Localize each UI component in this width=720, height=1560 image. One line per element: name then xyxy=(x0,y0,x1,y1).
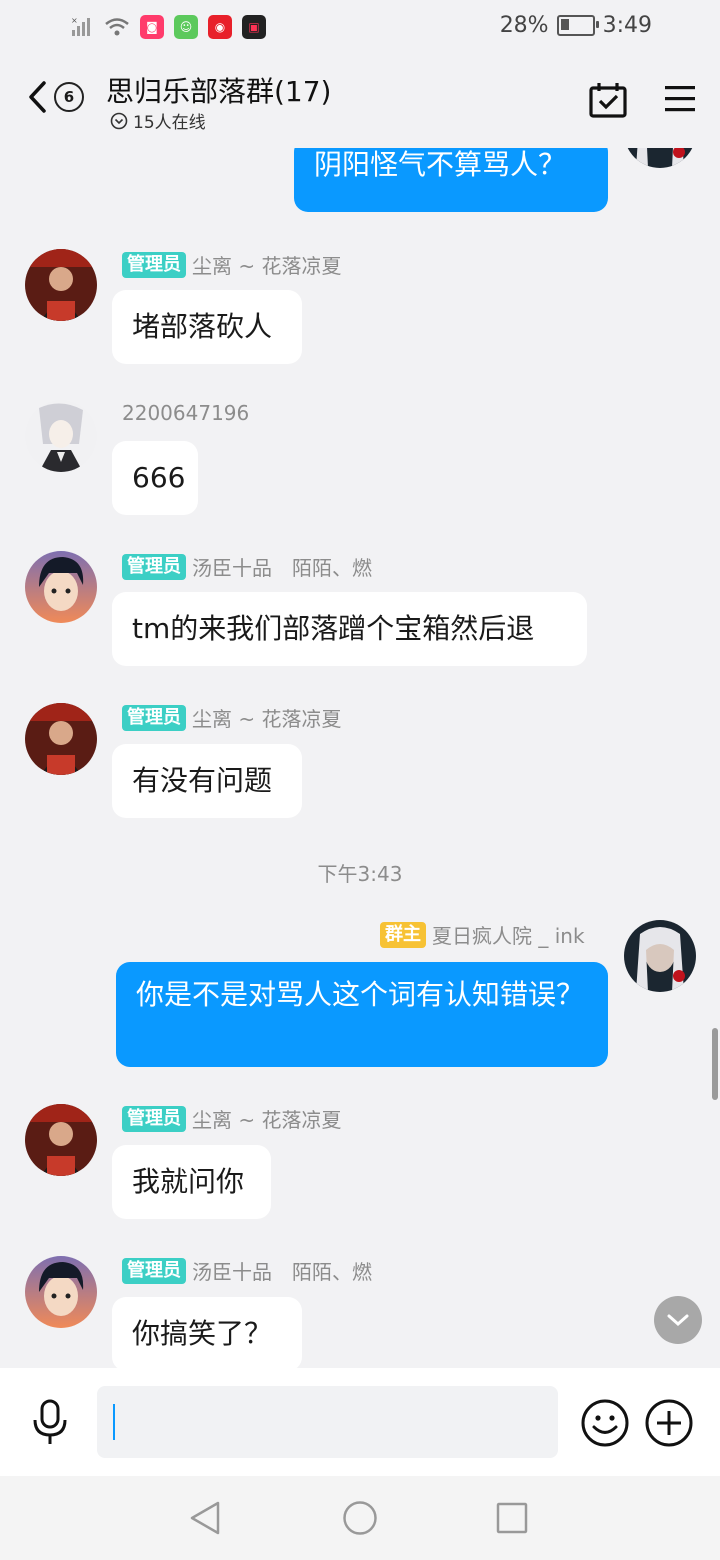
signal-icon: × xyxy=(71,16,90,36)
text-cursor xyxy=(113,1404,115,1440)
sender-name[interactable]: 尘离 ~ 花落凉夏 xyxy=(192,1104,341,1133)
message-bubble[interactable]: tm的来我们部落蹭个宝箱然后退 xyxy=(112,592,587,666)
admin-badge: 管理员 xyxy=(122,1105,186,1132)
status-right: 28% 3:49 xyxy=(500,13,652,38)
sender-line: 管理员 尘离 ~ 花落凉夏 xyxy=(122,250,341,279)
smiley-icon xyxy=(581,1399,629,1447)
app-icon-netease: ◉ xyxy=(208,15,232,39)
avatar-admin-chenli[interactable] xyxy=(25,249,97,321)
message-input[interactable] xyxy=(97,1386,558,1458)
message-bubble[interactable]: 有没有问题 xyxy=(112,744,302,818)
sender-name[interactable]: 汤臣十品 陌陌、燃 xyxy=(192,552,372,581)
admin-badge: 管理员 xyxy=(122,251,186,278)
app-icon-green: ☺ xyxy=(174,15,198,39)
scroll-to-bottom-button[interactable] xyxy=(654,1296,702,1344)
message-bubble[interactable]: 堵部落砍人 xyxy=(112,290,302,364)
message-timestamp: 下午3:43 xyxy=(317,862,403,886)
square-recents-icon xyxy=(496,1502,528,1534)
wifi-icon xyxy=(105,18,129,36)
status-icons: × ◙ ☺ ◉ ▣ xyxy=(70,15,266,39)
menu-icon xyxy=(665,86,695,112)
group-title[interactable]: 思归乐部落群(17) xyxy=(106,70,331,110)
sender-name[interactable]: 尘离 ~ 花落凉夏 xyxy=(192,250,341,279)
avatar-self[interactable] xyxy=(624,148,696,168)
admin-badge: 管理员 xyxy=(122,704,186,731)
calendar-check-icon xyxy=(589,83,627,118)
unread-count-badge: 6 xyxy=(54,82,84,112)
calendar-button[interactable] xyxy=(588,80,628,124)
message-bubble[interactable]: 666 xyxy=(112,441,198,515)
svg-text:×: × xyxy=(71,16,78,25)
battery-percent: 28% xyxy=(499,13,549,38)
triangle-back-icon xyxy=(190,1501,220,1535)
avatar-admin-chenli[interactable] xyxy=(25,703,97,775)
admin-badge: 管理员 xyxy=(122,553,186,580)
scrollbar-thumb[interactable] xyxy=(712,1028,718,1100)
nav-back-button[interactable] xyxy=(188,1500,222,1540)
chevron-left-icon xyxy=(29,81,46,113)
app-icon-red: ◙ xyxy=(140,15,164,39)
circle-home-icon xyxy=(343,1501,377,1535)
back-button[interactable]: 6 xyxy=(26,80,84,114)
sender-line: 管理员 尘离 ~ 花落凉夏 xyxy=(122,1104,341,1133)
owner-badge: 群主 xyxy=(380,921,426,948)
nav-home-button[interactable] xyxy=(342,1500,378,1540)
avatar-admin-tangchen[interactable] xyxy=(25,1256,97,1328)
avatar-self[interactable] xyxy=(624,920,696,992)
microphone-icon xyxy=(33,1399,67,1444)
chevron-down-circle-icon xyxy=(110,112,128,129)
menu-button[interactable] xyxy=(664,84,696,118)
admin-badge: 管理员 xyxy=(122,1257,186,1284)
sender-line: 管理员 汤臣十品 陌陌、燃 xyxy=(122,1256,372,1285)
sender-line: 管理员 汤臣十品 陌陌、燃 xyxy=(122,552,372,581)
system-nav-bar xyxy=(0,1476,720,1560)
message-bubble[interactable]: 我就问你 xyxy=(112,1145,271,1219)
sender-line: 管理员 尘离 ~ 花落凉夏 xyxy=(122,703,341,732)
chat-message-list[interactable]: 阴阳怪气不算骂人？ 管理员 尘离 ~ 花落凉夏 堵部落砍人 2200647196… xyxy=(0,148,720,1368)
sender-name[interactable]: 尘离 ~ 花落凉夏 xyxy=(192,703,341,732)
message-bubble[interactable]: 你搞笑了？ xyxy=(112,1297,302,1368)
message-bubble[interactable]: 阴阳怪气不算骂人？ xyxy=(294,148,608,212)
sender-line: 群主 夏日疯人院 _ ink xyxy=(380,920,585,949)
more-button[interactable] xyxy=(644,1398,694,1452)
message-bubble[interactable]: 你是不是对骂人这个词有认知错误？ xyxy=(116,962,608,1067)
nav-recents-button[interactable] xyxy=(496,1502,528,1538)
sender-name[interactable]: 夏日疯人院 _ ink xyxy=(432,920,585,949)
plus-circle-icon xyxy=(645,1399,693,1447)
avatar-admin-tangchen[interactable] xyxy=(25,551,97,623)
clock: 3:49 xyxy=(602,13,652,38)
online-status[interactable]: 15人在线 xyxy=(110,108,206,133)
sender-line: 2200647196 xyxy=(122,401,249,425)
sender-name[interactable]: 汤臣十品 陌陌、燃 xyxy=(192,1256,372,1285)
status-bar: × ◙ ☺ ◉ ▣ 28% 3:49 xyxy=(0,0,720,56)
input-bar xyxy=(0,1368,720,1476)
online-count-text: 15人在线 xyxy=(133,113,206,133)
battery-icon xyxy=(556,15,599,36)
avatar-2200647196[interactable] xyxy=(25,400,97,472)
chat-header: 6 思归乐部落群(17) 15人在线 xyxy=(0,56,720,148)
voice-button[interactable] xyxy=(30,1398,70,1450)
sender-name[interactable]: 2200647196 xyxy=(122,401,249,425)
chevron-down-icon xyxy=(667,1314,689,1327)
avatar-admin-chenli[interactable] xyxy=(25,1104,97,1176)
app-icon-video: ▣ xyxy=(242,15,266,39)
emoji-button[interactable] xyxy=(580,1398,630,1452)
